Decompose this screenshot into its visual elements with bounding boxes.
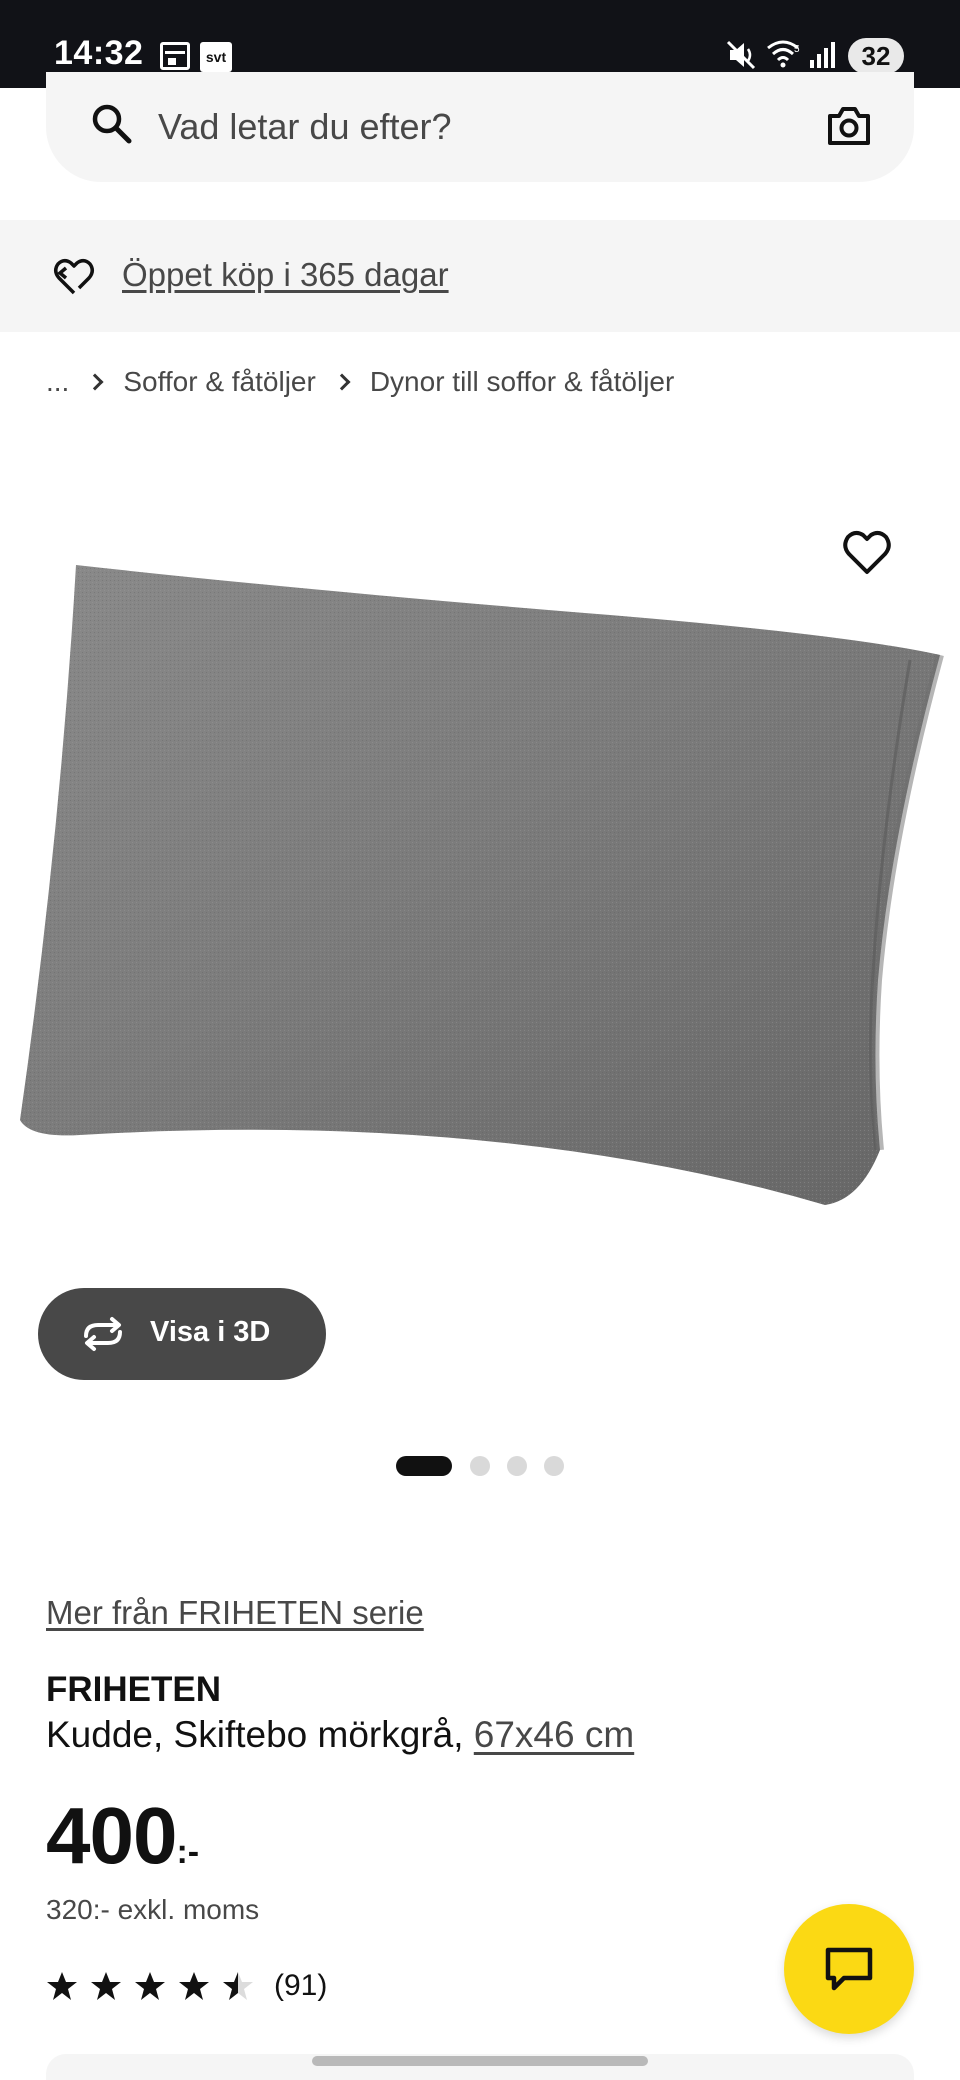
chevron-right-icon <box>333 373 351 391</box>
favorite-heart-icon[interactable] <box>840 526 894 580</box>
breadcrumb-item-sofas[interactable]: Soffor & fåtöljer <box>123 366 315 398</box>
camera-icon[interactable] <box>826 104 872 148</box>
rotate-3d-icon <box>84 1317 122 1351</box>
product-price: 400:- <box>46 1790 199 1882</box>
view-3d-button[interactable]: Visa i 3D <box>38 1288 326 1380</box>
carousel-dot-active[interactable] <box>396 1456 452 1476</box>
search-icon[interactable] <box>90 102 134 146</box>
star-icon <box>135 1972 165 2000</box>
carousel-dot[interactable] <box>507 1456 527 1476</box>
chat-icon <box>825 1947 873 1991</box>
half-star-icon <box>223 1972 253 2000</box>
heart-return-icon <box>54 259 94 295</box>
rating[interactable]: (91) <box>46 1966 327 2006</box>
search-bar[interactable]: Vad letar du efter? <box>46 72 914 182</box>
open-purchase-link[interactable]: Öppet köp i 365 dagar <box>122 256 449 294</box>
breadcrumb-item-cushions[interactable]: Dynor till soffor & fåtöljer <box>370 366 675 398</box>
home-indicator[interactable] <box>312 2056 648 2066</box>
review-count[interactable]: (91) <box>274 1969 327 2003</box>
search-input[interactable]: Vad letar du efter? <box>158 106 452 148</box>
carousel-indicator <box>396 1456 581 1476</box>
price-excl-vat: 320:- exkl. moms <box>46 1894 260 1925</box>
price-integer: 400 <box>46 1791 177 1880</box>
signal-icon <box>810 42 835 68</box>
svg-text:5: 5 <box>794 44 800 55</box>
status-time: 14:32 <box>54 34 144 72</box>
series-link[interactable]: Mer från FRIHETEN serie <box>46 1594 424 1632</box>
mute-icon <box>726 40 756 70</box>
breadcrumb-ellipsis[interactable]: ... <box>46 366 69 398</box>
product-size-link[interactable]: 67x46 cm <box>474 1714 634 1755</box>
battery-indicator: 32 <box>848 38 904 74</box>
carousel-dot[interactable] <box>470 1456 490 1476</box>
star-icon <box>47 1972 77 2000</box>
product-description-text: Kudde, Skiftebo mörkgrå, <box>46 1714 474 1755</box>
product-image[interactable] <box>0 510 960 1370</box>
product-name: FRIHETEN <box>46 1670 221 1709</box>
calendar-icon <box>160 42 190 70</box>
carousel-dot[interactable] <box>544 1456 564 1476</box>
product-description: Kudde, Skiftebo mörkgrå, 67x46 cm <box>46 1714 634 1756</box>
star-icon <box>91 1972 121 2000</box>
chat-button[interactable] <box>784 1904 914 2034</box>
svt-icon: svt <box>200 42 232 72</box>
chevron-right-icon <box>86 373 104 391</box>
wifi-icon: 5 <box>767 40 800 68</box>
open-purchase-banner[interactable]: Öppet köp i 365 dagar <box>0 220 960 332</box>
view-3d-label: Visa i 3D <box>150 1316 271 1348</box>
star-icon <box>179 1972 209 2000</box>
price-suffix: :- <box>176 1833 200 1871</box>
breadcrumb: ... Soffor & fåtöljer Dynor till soffor … <box>46 362 674 402</box>
